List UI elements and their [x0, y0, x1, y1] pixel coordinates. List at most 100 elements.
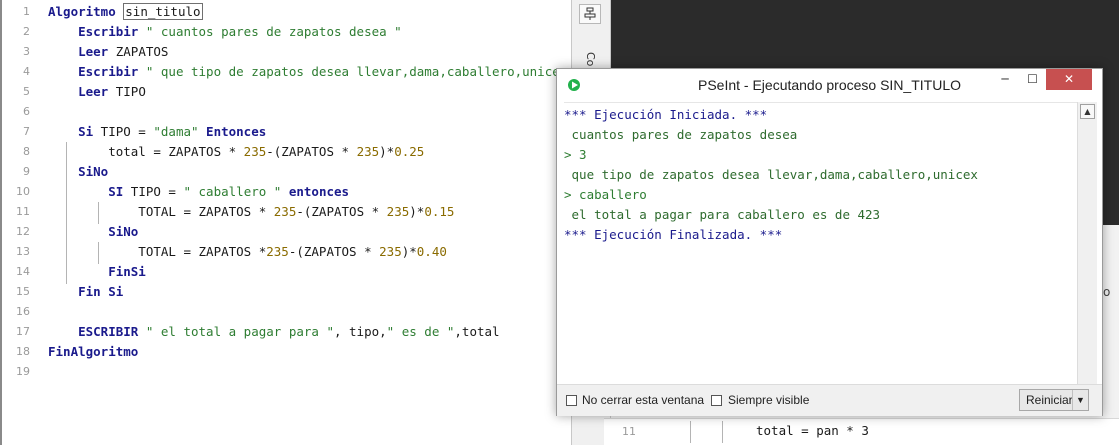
- code-line[interactable]: 17 ESCRIBIR " el total a pagar para ", t…: [2, 322, 571, 342]
- indent-guide: [66, 142, 67, 184]
- line-number: 14: [16, 265, 30, 278]
- line-number: 19: [16, 365, 30, 378]
- line-number: 1: [23, 5, 30, 18]
- code-text: Si TIPO = "dama" Entonces: [48, 122, 266, 142]
- line-number: 12: [16, 225, 30, 238]
- code-line[interactable]: 5 Leer TIPO: [2, 82, 571, 102]
- code-token: TOTAL = ZAPATOS *: [48, 204, 274, 219]
- code-token: 235: [266, 244, 289, 259]
- code-text: TOTAL = ZAPATOS * 235-(ZAPATOS * 235)*0.…: [48, 202, 454, 222]
- code-line[interactable]: 11 TOTAL = ZAPATOS * 235-(ZAPATOS * 235)…: [2, 202, 571, 222]
- code-token: Fin Si: [48, 284, 124, 299]
- code-line[interactable]: 8 total = ZAPATOS * 235-(ZAPATOS * 235)*…: [2, 142, 571, 162]
- line-number: 15: [16, 285, 30, 298]
- code-text: SiNo: [48, 222, 138, 242]
- close-button[interactable]: ✕: [1046, 69, 1092, 90]
- code-text: Escribir " cuantos pares de zapatos dese…: [48, 22, 402, 42]
- side-panel-vertical-label[interactable]: Co: [584, 52, 597, 66]
- code-text: FinSi: [48, 262, 146, 282]
- window-titlebar[interactable]: PSeInt - Ejecutando proceso SIN_TITULO ─…: [557, 69, 1102, 102]
- code-line[interactable]: 3 Leer ZAPATOS: [2, 42, 571, 62]
- flow-icon[interactable]: [579, 4, 601, 24]
- console-line: cuantos pares de zapatos desea: [564, 127, 798, 142]
- execution-window: PSeInt - Ejecutando proceso SIN_TITULO ─…: [556, 68, 1103, 416]
- indent-guide: [98, 242, 99, 264]
- code-line[interactable]: 2 Escribir " cuantos pares de zapatos de…: [2, 22, 571, 42]
- code-token: SiNo: [48, 224, 139, 239]
- code-token: -(ZAPATOS *: [296, 204, 387, 219]
- code-token: FinSi: [48, 264, 146, 279]
- window-bottom-bar: No cerrar esta ventana Siempre visible R…: [557, 384, 1102, 416]
- code-token: " el total a pagar para ": [138, 324, 334, 339]
- reiniciar-button[interactable]: Reiniciar ▼: [1019, 389, 1089, 411]
- code-token: " caballero ": [183, 184, 282, 199]
- code-token: Escribir: [48, 64, 139, 79]
- code-token: )*: [401, 244, 417, 259]
- console-output[interactable]: *** Ejecución Iniciada. *** cuantos pare…: [564, 102, 1077, 384]
- code-line[interactable]: 18 FinAlgoritmo: [2, 342, 571, 362]
- background-editor: 11 total = pan * 3: [604, 418, 1119, 445]
- dropdown-arrow-icon[interactable]: ▼: [1072, 390, 1088, 410]
- code-token: 0.40: [416, 244, 447, 259]
- code-line[interactable]: 7 Si TIPO = "dama" Entonces: [2, 122, 571, 142]
- indent-guide: [690, 421, 691, 443]
- line-number: 6: [23, 105, 30, 118]
- code-token: ZAPATOS: [108, 44, 169, 59]
- vertical-scrollbar[interactable]: ▲ ▼: [1077, 102, 1097, 414]
- minimize-button[interactable]: ─: [991, 69, 1019, 90]
- code-token: Leer: [48, 84, 109, 99]
- line-number: 2: [23, 25, 30, 38]
- code-line[interactable]: 6: [2, 102, 571, 122]
- line-number: 9: [23, 165, 30, 178]
- code-line[interactable]: 15 Fin Si: [2, 282, 571, 302]
- code-line[interactable]: 19: [2, 362, 571, 382]
- code-token: , tipo,: [333, 324, 387, 339]
- code-token: SiNo: [48, 164, 109, 179]
- code-line[interactable]: 10 SI TIPO = " caballero " entonces: [2, 182, 571, 202]
- scroll-up-icon[interactable]: ▲: [1080, 104, 1095, 119]
- code-line[interactable]: 9 SiNo: [2, 162, 571, 182]
- code-token: ,total: [454, 324, 500, 339]
- console-line: *** Ejecución Iniciada. ***: [564, 107, 768, 122]
- code-line[interactable]: 12 SiNo: [2, 222, 571, 242]
- code-token: ESCRIBIR: [48, 324, 139, 339]
- code-text: Escribir " que tipo de zapatos desea lle…: [48, 62, 571, 82]
- line-number: 18: [16, 345, 30, 358]
- code-token: " que tipo de zapatos desea llevar,dama,…: [138, 64, 571, 79]
- line-number: 5: [23, 85, 30, 98]
- code-line[interactable]: 1 Algoritmo sin_titulo: [2, 2, 571, 22]
- code-token: -(ZAPATOS *: [266, 144, 357, 159]
- maximize-button[interactable]: ☐: [1019, 69, 1046, 90]
- code-token: TIPO: [108, 84, 146, 99]
- no-cerrar-label[interactable]: No cerrar esta ventana: [582, 393, 704, 407]
- code-text: total = ZAPATOS * 235-(ZAPATOS * 235)*0.…: [48, 142, 424, 162]
- code-token: TOTAL = ZAPATOS *: [48, 244, 267, 259]
- code-line[interactable]: 4 Escribir " que tipo de zapatos desea l…: [2, 62, 571, 82]
- line-number: 7: [23, 125, 30, 138]
- code-token: Escribir: [48, 24, 139, 39]
- siempre-visible-label[interactable]: Siempre visible: [728, 393, 809, 407]
- indent-guide: [98, 202, 99, 224]
- code-text: Leer ZAPATOS: [48, 42, 168, 62]
- code-token: 235: [386, 204, 410, 219]
- line-number: 17: [16, 325, 30, 338]
- console-line: el total a pagar para caballero es de 42…: [564, 207, 881, 222]
- code-token: sin_titulo: [123, 3, 203, 20]
- code-text: Fin Si: [48, 282, 123, 302]
- reiniciar-label: Reiniciar: [1026, 393, 1073, 407]
- code-line[interactable]: 16: [2, 302, 571, 322]
- code-token: TIPO =: [123, 184, 184, 199]
- code-editor[interactable]: 1 Algoritmo sin_titulo 2 Escribir " cuanto…: [0, 0, 571, 445]
- no-cerrar-checkbox[interactable]: [566, 395, 577, 406]
- code-token: TIPO =: [93, 124, 154, 139]
- siempre-visible-checkbox[interactable]: [711, 395, 722, 406]
- line-number: 16: [16, 305, 30, 318]
- code-line[interactable]: 13 TOTAL = ZAPATOS *235-(ZAPATOS * 235)*…: [2, 242, 571, 262]
- line-number: 4: [23, 65, 30, 78]
- code-line[interactable]: 14 FinSi: [2, 262, 571, 282]
- code-token: 235: [379, 244, 402, 259]
- code-token: -(ZAPATOS *: [288, 244, 380, 259]
- code-token: " es de ": [386, 324, 455, 339]
- code-token: )*: [379, 144, 395, 159]
- code-text: total = pan * 3: [756, 423, 869, 438]
